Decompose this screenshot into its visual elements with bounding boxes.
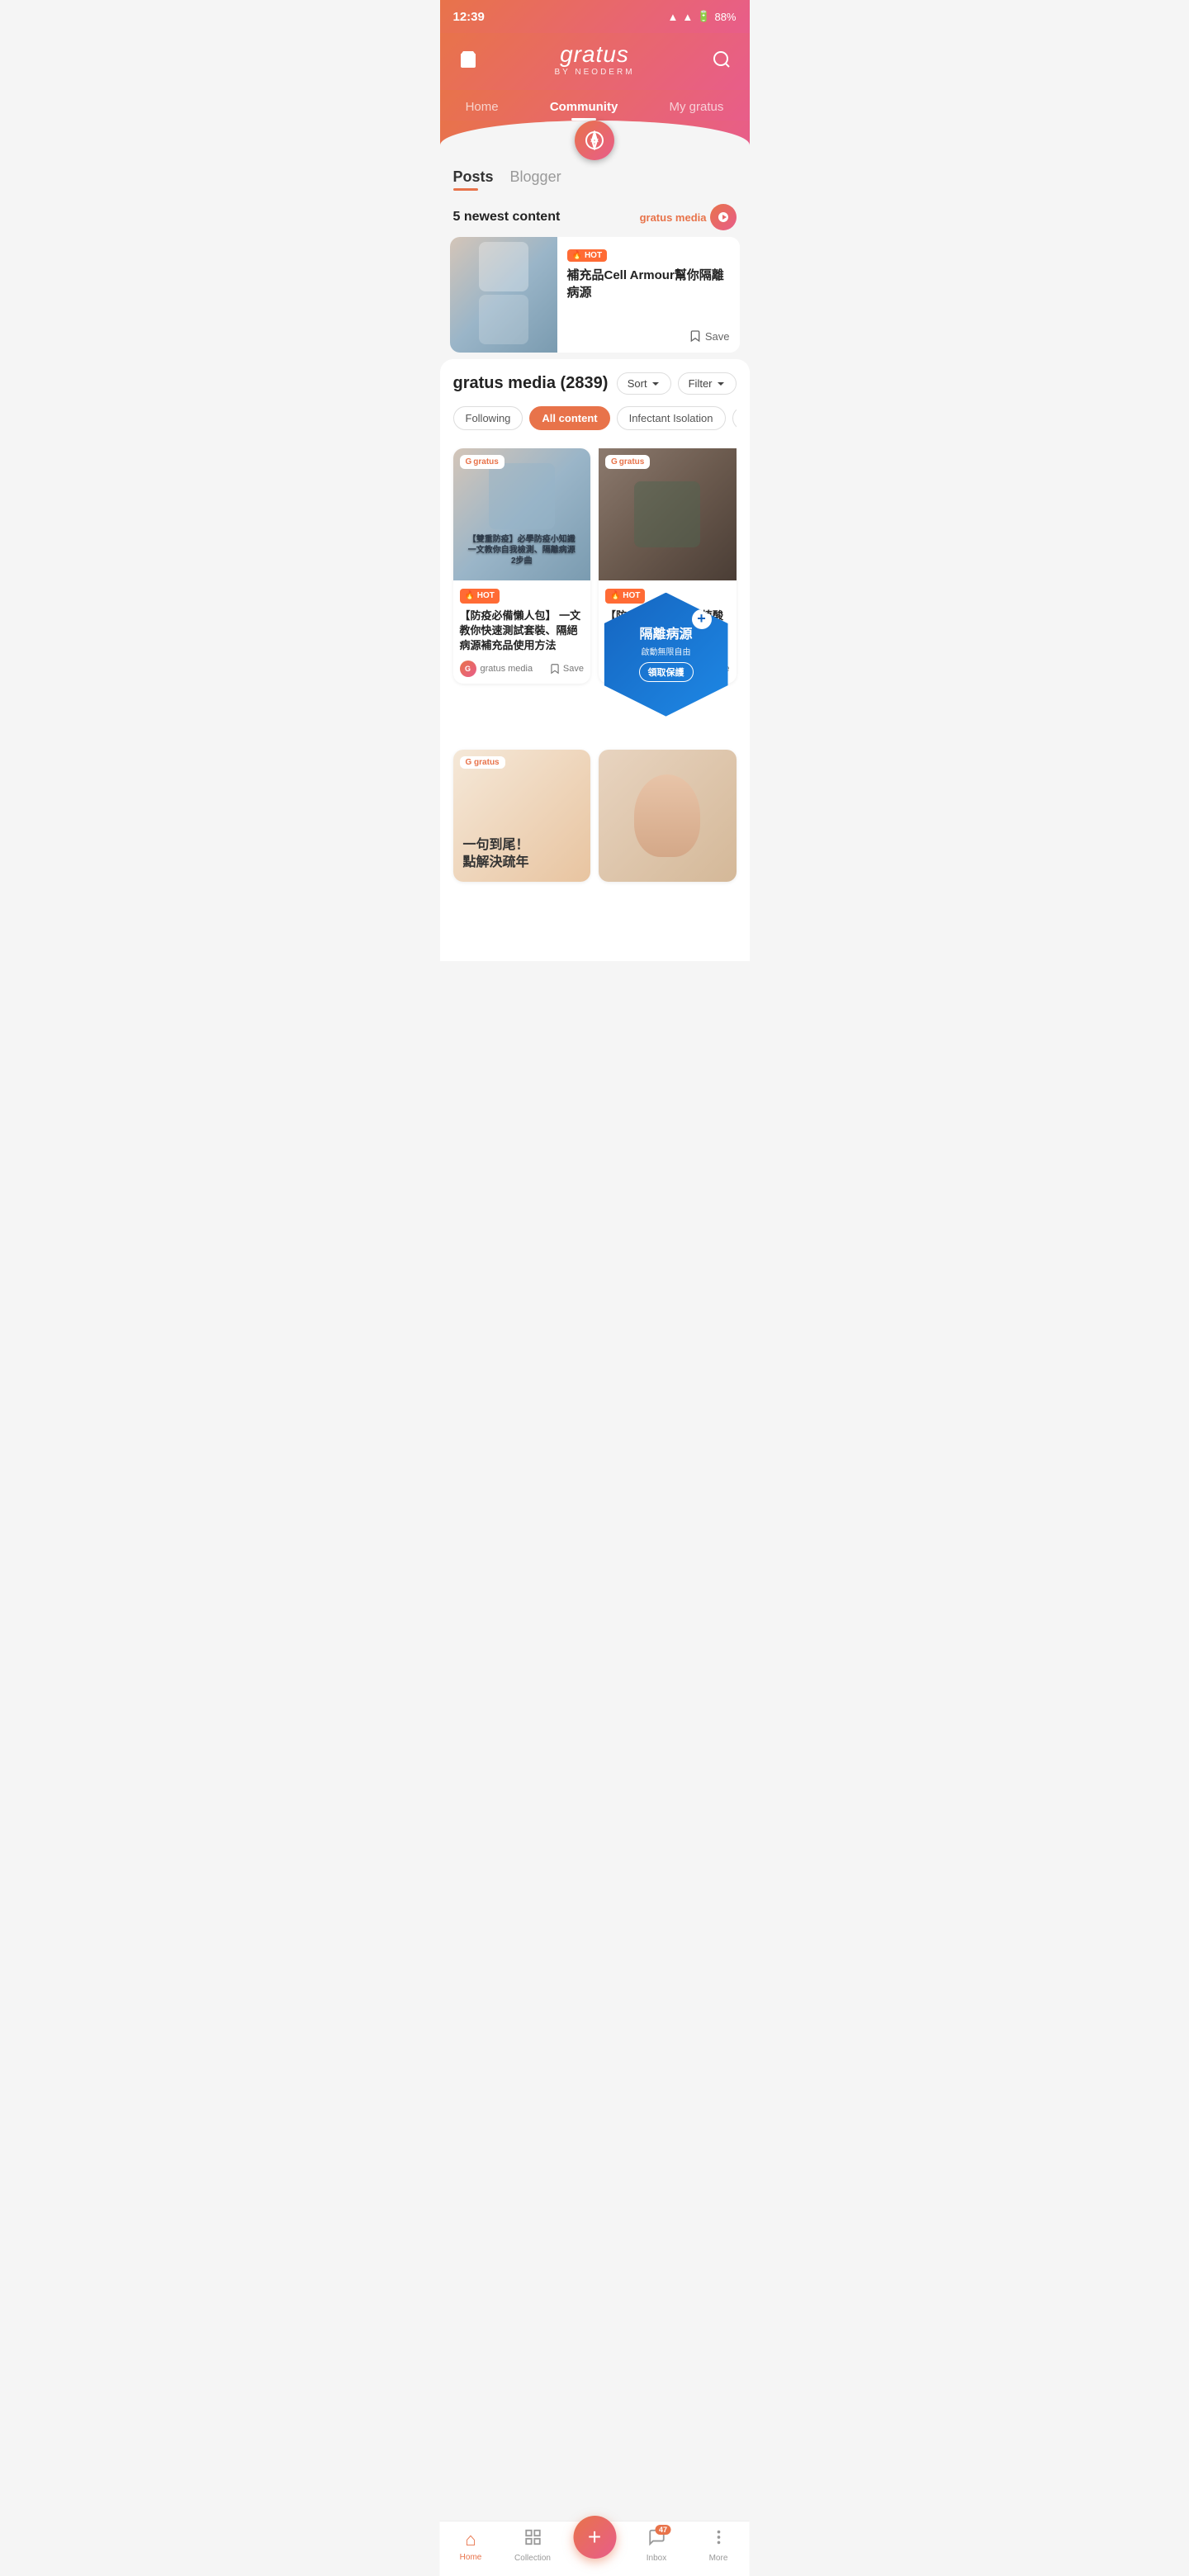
author-avatar-1: G: [460, 661, 476, 677]
signal-icon: ▲: [682, 11, 693, 23]
media-count-header: gratus media (2839) Sort Filter: [453, 372, 737, 395]
post-card-2[interactable]: G gratus 🔥 HOT 【防疫支援】天然腐植酸補充品有助抵抗Covid-1…: [599, 448, 737, 684]
post-image-1: G gratus 【雙重防疫】必學防疫小知識一文教你自我檢測、隔離病源2步曲: [453, 448, 591, 580]
post-1-footer: G gratus media Save: [460, 661, 585, 677]
bottom-card-2[interactable]: [599, 750, 737, 882]
home-icon: ⌂: [465, 2529, 476, 2550]
logo-text: gratus: [554, 41, 634, 68]
pill-following[interactable]: Following: [453, 406, 523, 430]
featured-title: 補充品Cell Armour幫你隔離病源: [567, 267, 730, 301]
nav-inbox-btn[interactable]: 47 Inbox: [632, 2528, 681, 2563]
bottom-card-2-img: [599, 750, 737, 882]
nav-home[interactable]: Home: [452, 93, 512, 121]
post-image-2: G gratus: [599, 448, 737, 580]
nav-more-btn[interactable]: More: [694, 2528, 743, 2563]
post-1-hot: 🔥 HOT: [460, 589, 500, 604]
bottom-card-1-text: 一句到尾！: [463, 837, 581, 855]
status-time: 12:39: [453, 10, 485, 24]
media-section-title: gratus media (2839): [453, 374, 609, 393]
battery-percent: 88%: [714, 11, 736, 23]
media-logo: gratus media: [640, 204, 737, 230]
status-icons: ▲ ▲ 🔋 88%: [668, 10, 737, 23]
wave-divider: [440, 121, 750, 145]
post-grid: G gratus 【雙重防疫】必學防疫小知識一文教你自我檢測、隔離病源2步曲 🔥…: [453, 448, 737, 684]
more-icon: [709, 2528, 727, 2551]
featured-save-button[interactable]: Save: [689, 329, 730, 343]
nav-my-gratus[interactable]: My gratus: [656, 93, 737, 121]
filter-button[interactable]: Filter: [678, 372, 737, 395]
shield-sub-text: 啟動無限自由: [642, 645, 691, 657]
nav-home-label: Home: [460, 2553, 482, 2562]
tab-blogger[interactable]: Blogger: [510, 168, 561, 191]
nav-collection-btn[interactable]: Collection: [508, 2528, 557, 2563]
post-1-title: 🔥 HOT 【防疫必備懶人包】 一文教你快速測試套裝、隔絕病源補充品使用方法: [460, 587, 585, 654]
nav-community[interactable]: Community: [537, 93, 632, 121]
featured-post[interactable]: 🔥 HOT 補充品Cell Armour幫你隔離病源 Save: [450, 237, 740, 353]
battery-icon: 🔋: [697, 10, 710, 23]
compass-button[interactable]: [575, 121, 614, 160]
gratus-badge-1: G gratus: [460, 455, 504, 469]
bottom-card-1[interactable]: G gratus 一句到尾！ 點解決疏年: [453, 750, 591, 882]
bottom-card-1-content: G gratus 一句到尾！ 點解決疏年: [453, 750, 591, 882]
post-card-1-content: 🔥 HOT 【防疫必備懶人包】 一文教你快速測試套裝、隔絕病源補充品使用方法 G…: [453, 580, 591, 684]
content-section: 5 newest content gratus media 🔥 HOT: [440, 191, 750, 353]
category-pills: Following All content Infectant Isolatio…: [453, 406, 737, 437]
sort-filter-group: Sort Filter: [617, 372, 737, 395]
bottom-navigation: ⌂ Home Collection + 47 Inbox: [440, 2521, 750, 2576]
wifi-icon: ▲: [668, 11, 679, 23]
shield-main-text: 隔離病源: [639, 627, 692, 642]
cart-icon[interactable]: [453, 45, 483, 74]
app-logo: gratus BY NEODERM: [554, 41, 634, 77]
app-header: gratus BY NEODERM: [440, 33, 750, 90]
media-logo-text: gratus media: [640, 211, 707, 224]
post-card-1[interactable]: G gratus 【雙重防疫】必學防疫小知識一文教你自我檢測、隔離病源2步曲 🔥…: [453, 448, 591, 684]
main-nav: Home Community My gratus: [440, 90, 750, 121]
post-1-author: G gratus media: [460, 661, 533, 677]
logo-sub: BY NEODERM: [554, 68, 634, 77]
shield-claim-btn[interactable]: 領取保護: [639, 662, 694, 682]
nav-more-label: More: [709, 2554, 728, 2563]
bottom-card-1-text2: 點解決疏年: [463, 855, 581, 872]
nav-collection-label: Collection: [514, 2554, 551, 2563]
gratus-badge-2: G gratus: [605, 455, 650, 469]
white-section: gratus media (2839) Sort Filter Followin…: [440, 359, 750, 961]
shield-overlay[interactable]: + 隔離病源 啟動無限自由 領取保護: [604, 593, 745, 733]
featured-image: [450, 237, 557, 353]
collection-icon: [523, 2528, 542, 2551]
shield-plus-icon: +: [692, 609, 712, 629]
status-bar: 12:39 ▲ ▲ 🔋 88%: [440, 0, 750, 33]
pill-master-class[interactable]: Master Class: [732, 406, 737, 430]
sort-button[interactable]: Sort: [617, 372, 671, 395]
search-icon[interactable]: [707, 45, 737, 74]
nav-home-btn[interactable]: ⌂ Home: [446, 2529, 495, 2562]
hot-badge: 🔥 HOT: [567, 249, 608, 262]
post-1-save[interactable]: Save: [549, 663, 584, 675]
newest-title: 5 newest content: [453, 210, 561, 225]
nav-inbox-label: Inbox: [647, 2554, 666, 2563]
media-logo-icon: [710, 204, 737, 230]
nav-add-btn[interactable]: +: [570, 2532, 619, 2559]
pill-all-content[interactable]: All content: [529, 406, 609, 430]
bottom-cards: G gratus 一句到尾！ 點解決疏年: [453, 750, 737, 882]
add-icon[interactable]: +: [573, 2516, 616, 2559]
pill-infectant[interactable]: Infectant Isolation: [617, 406, 726, 430]
newest-header: 5 newest content gratus media: [440, 191, 750, 237]
bottom-card-gratus-badge: G gratus: [460, 756, 505, 769]
tab-posts[interactable]: Posts: [453, 168, 494, 191]
featured-content: 🔥 HOT 補充品Cell Armour幫你隔離病源 Save: [557, 237, 740, 353]
inbox-badge: 47: [656, 2525, 670, 2535]
